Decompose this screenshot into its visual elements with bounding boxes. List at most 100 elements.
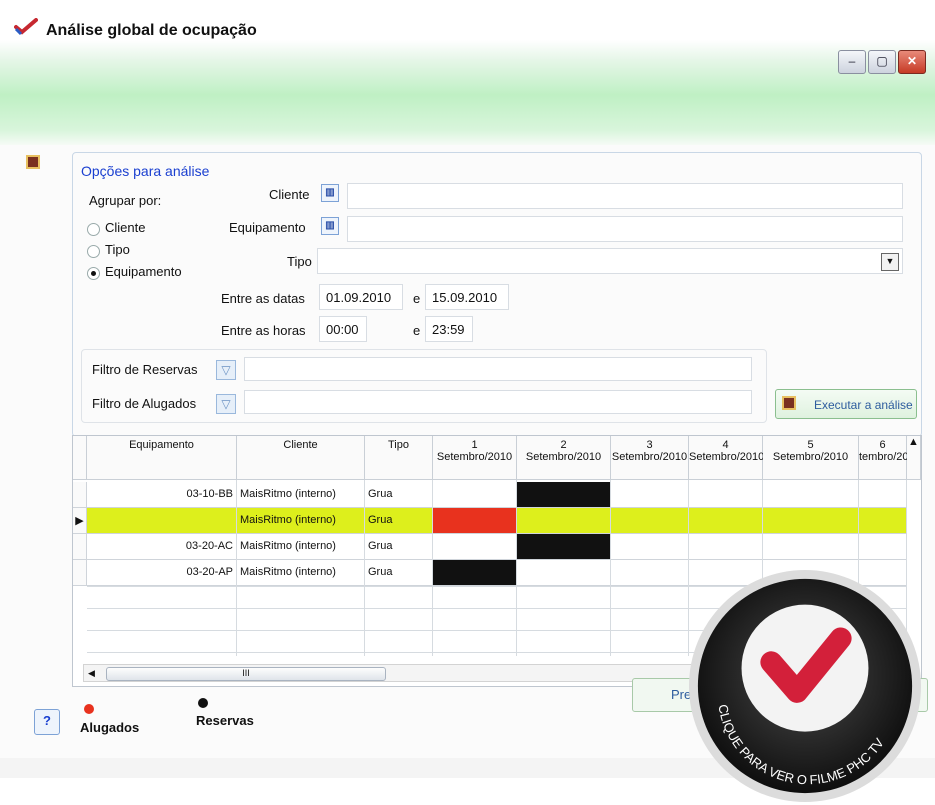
filtro-reservas-field[interactable] bbox=[244, 357, 752, 381]
alugados-legend-dot bbox=[84, 704, 94, 714]
day-occupancy-cell[interactable] bbox=[433, 534, 517, 560]
column-header-day-2[interactable]: 2 Setembro/2010 bbox=[517, 436, 611, 480]
equipamento-cell[interactable]: 03-20-AP bbox=[87, 560, 237, 586]
row-selector[interactable] bbox=[73, 482, 87, 508]
play-video-badge[interactable]: CLIQUE PARA VER O FILME PHC TV bbox=[686, 567, 924, 805]
cliente-cell[interactable]: MaisRitmo (interno) bbox=[237, 560, 365, 586]
filters-box: Filtro de Reservas ▽ Filtro de Alugados … bbox=[81, 349, 767, 423]
hours-and-label: e bbox=[413, 323, 421, 338]
day-occupancy-cell[interactable] bbox=[859, 482, 907, 508]
dates-label: Entre as datas bbox=[221, 291, 305, 306]
app-window: Análise global de ocupação – ▢ ✕ Opções … bbox=[0, 0, 935, 803]
row-selector[interactable] bbox=[73, 560, 87, 586]
equipamento-label: Equipamento bbox=[229, 220, 306, 235]
column-divider bbox=[516, 480, 517, 656]
date-from-field[interactable]: 01.09.2010 bbox=[319, 284, 403, 310]
radio-tipo[interactable] bbox=[87, 245, 100, 258]
minimize-button[interactable]: – bbox=[838, 50, 866, 74]
chevron-down-icon[interactable]: ▼ bbox=[881, 253, 899, 271]
day-occupancy-cell[interactable] bbox=[433, 508, 517, 534]
alugados-legend-label: Alugados bbox=[80, 720, 140, 735]
dates-and-label: e bbox=[413, 291, 421, 306]
filtro-alugados-field[interactable] bbox=[244, 390, 752, 414]
scroll-left-arrow-icon[interactable]: ◀ bbox=[88, 668, 95, 679]
section-title: Opções para análise bbox=[81, 163, 210, 179]
radio-equipamento[interactable] bbox=[87, 267, 100, 280]
day-occupancy-cell[interactable] bbox=[433, 560, 517, 586]
day-occupancy-cell[interactable] bbox=[689, 534, 763, 560]
hour-from-field[interactable]: 00:00 bbox=[319, 316, 367, 342]
day-occupancy-cell[interactable] bbox=[763, 534, 859, 560]
day-occupancy-cell[interactable] bbox=[689, 482, 763, 508]
radio-tipo-label: Tipo bbox=[105, 242, 130, 257]
close-button[interactable]: ✕ bbox=[898, 50, 926, 74]
day-occupancy-cell[interactable] bbox=[517, 508, 611, 534]
equipamento-cell[interactable]: 03-10-BB bbox=[87, 482, 237, 508]
tipo-cell[interactable]: Grua bbox=[365, 560, 433, 586]
help-icon[interactable]: ? bbox=[34, 709, 60, 735]
day-occupancy-cell[interactable] bbox=[611, 560, 689, 586]
equipamento-cell[interactable] bbox=[87, 508, 237, 534]
column-header-day-5[interactable]: 5 Setembro/2010 bbox=[763, 436, 859, 480]
cliente-cell[interactable]: MaisRitmo (interno) bbox=[237, 508, 365, 534]
day-occupancy-cell[interactable] bbox=[611, 508, 689, 534]
day-occupancy-cell[interactable] bbox=[611, 534, 689, 560]
book-icon bbox=[782, 396, 796, 410]
tipo-cell[interactable]: Grua bbox=[365, 482, 433, 508]
row-selector[interactable] bbox=[73, 534, 87, 560]
cliente-field[interactable] bbox=[347, 183, 903, 209]
day-occupancy-cell[interactable] bbox=[517, 534, 611, 560]
equipamento-picker-icon[interactable]: ▥ bbox=[321, 217, 339, 235]
date-to-field[interactable]: 15.09.2010 bbox=[425, 284, 509, 310]
day-occupancy-cell[interactable] bbox=[611, 482, 689, 508]
cliente-picker-icon[interactable]: ▥ bbox=[321, 184, 339, 202]
day-occupancy-cell[interactable] bbox=[859, 534, 907, 560]
day-occupancy-cell[interactable] bbox=[763, 508, 859, 534]
column-header-day-1[interactable]: 1 Setembro/2010 bbox=[433, 436, 517, 480]
column-header-equipamento[interactable]: Equipamento bbox=[87, 436, 237, 480]
column-header-tipo[interactable]: Tipo bbox=[365, 436, 433, 480]
book-icon bbox=[26, 155, 40, 169]
cliente-cell[interactable]: MaisRitmo (interno) bbox=[237, 534, 365, 560]
tipo-label: Tipo bbox=[287, 254, 312, 269]
equipamento-field[interactable] bbox=[347, 216, 903, 242]
column-divider bbox=[432, 480, 433, 656]
group-by-label: Agrupar por: bbox=[89, 193, 162, 208]
column-divider bbox=[236, 480, 237, 656]
reservas-legend-label: Reservas bbox=[196, 713, 254, 728]
filter-reservas-icon[interactable]: ▽ bbox=[216, 360, 236, 380]
tipo-cell[interactable]: Grua bbox=[365, 508, 433, 534]
equipamento-cell[interactable]: 03-20-AC bbox=[87, 534, 237, 560]
window-title: Análise global de ocupação bbox=[46, 22, 257, 39]
options-panel: Opções para análise Agrupar por: Cliente… bbox=[72, 152, 922, 437]
hour-to-field[interactable]: 23:59 bbox=[425, 316, 473, 342]
day-occupancy-cell[interactable] bbox=[433, 482, 517, 508]
day-occupancy-cell[interactable] bbox=[859, 508, 907, 534]
column-header-day-4[interactable]: 4 Setembro/2010 bbox=[689, 436, 764, 480]
cliente-cell[interactable]: MaisRitmo (interno) bbox=[237, 482, 365, 508]
day-occupancy-cell[interactable] bbox=[763, 482, 859, 508]
checkmark-app-icon bbox=[14, 18, 38, 36]
title-bar: Análise global de ocupação – ▢ ✕ bbox=[0, 0, 935, 145]
column-divider bbox=[364, 480, 365, 656]
day-occupancy-cell[interactable] bbox=[689, 508, 763, 534]
execute-analysis-button[interactable]: Executar a análise bbox=[775, 389, 917, 419]
column-header-cliente[interactable]: Cliente bbox=[237, 436, 365, 480]
day-occupancy-cell[interactable] bbox=[517, 482, 611, 508]
day-occupancy-cell[interactable] bbox=[517, 560, 611, 586]
row-header-corner bbox=[73, 436, 87, 480]
filter-alugados-icon[interactable]: ▽ bbox=[216, 394, 236, 414]
filtro-reservas-label: Filtro de Reservas bbox=[92, 362, 198, 377]
hours-label: Entre as horas bbox=[221, 323, 306, 338]
tipo-dropdown[interactable] bbox=[317, 248, 903, 274]
tipo-cell[interactable]: Grua bbox=[365, 534, 433, 560]
row-selector[interactable]: ▶ bbox=[73, 508, 87, 534]
column-header-day-6[interactable]: 6 tembro/20 bbox=[859, 436, 909, 480]
maximize-button[interactable]: ▢ bbox=[868, 50, 896, 74]
radio-cliente[interactable] bbox=[87, 223, 100, 236]
cliente-label: Cliente bbox=[269, 187, 310, 202]
scroll-thumb[interactable]: III bbox=[106, 667, 386, 681]
radio-equipamento-label: Equipamento bbox=[105, 264, 182, 279]
column-header-day-3[interactable]: 3 Setembro/2010 bbox=[611, 436, 689, 480]
scroll-up-arrow-icon[interactable]: ▲ bbox=[907, 436, 921, 480]
